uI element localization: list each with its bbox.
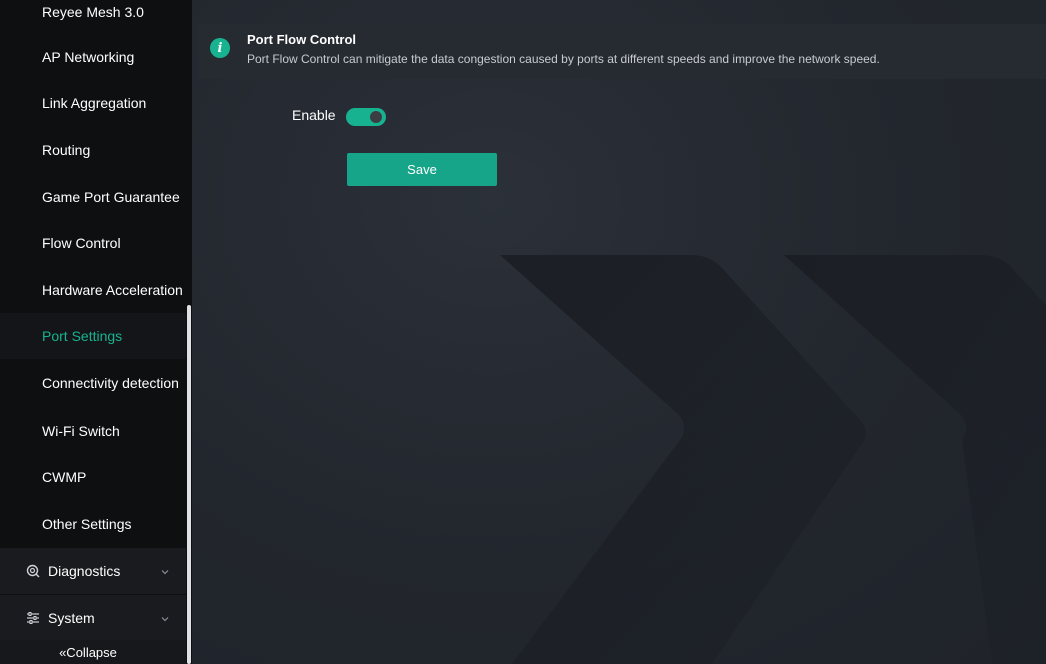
sidebar-item-label: Connectivity detection (42, 375, 179, 391)
enable-toggle[interactable] (346, 108, 386, 126)
sidebar-item-label: Port Settings (42, 328, 123, 344)
sidebar-item-label: Hardware Acceleration (42, 282, 183, 298)
sidebar-group-label: Diagnostics (48, 563, 121, 579)
sidebar-item-game-port-guarantee[interactable]: Game Port Guarantee (0, 174, 186, 220)
enable-label: Enable (292, 107, 336, 123)
main-content: i Port Flow Control Port Flow Control ca… (192, 0, 1046, 664)
sidebar-item-connectivity-detection[interactable]: Connectivity detection (0, 360, 186, 406)
sidebar-item-label: Reyee Mesh 3.0 (42, 4, 144, 20)
info-banner: i Port Flow Control Port Flow Control ca… (198, 24, 1046, 79)
sidebar-item-link-aggregation[interactable]: Link Aggregation (0, 80, 186, 126)
background-chevrons (500, 255, 1046, 664)
sidebar-item-reyee-mesh[interactable]: Reyee Mesh 3.0 (0, 0, 186, 35)
system-icon (26, 611, 40, 625)
sidebar-group-system[interactable]: System (0, 595, 186, 641)
sidebar-item-wifi-switch[interactable]: Wi-Fi Switch (0, 408, 186, 454)
sidebar-item-label: AP Networking (42, 49, 135, 65)
sidebar-item-other-settings[interactable]: Other Settings (0, 501, 186, 547)
info-title: Port Flow Control (247, 32, 357, 47)
info-description: Port Flow Control can mitigate the data … (247, 52, 880, 66)
sidebar-item-cwmp[interactable]: CWMP (0, 454, 186, 500)
sidebar-item-label: Routing (42, 142, 91, 158)
sidebar-item-label: Wi-Fi Switch (42, 423, 120, 439)
sidebar-item-flow-control[interactable]: Flow Control (0, 220, 186, 266)
sidebar-item-ap-networking[interactable]: AP Networking (0, 34, 186, 80)
app-window: Reyee Mesh 3.0 AP Networking Link Aggreg… (0, 0, 1046, 664)
sidebar-item-routing[interactable]: Routing (0, 127, 186, 173)
chevron-down-icon (160, 611, 170, 622)
info-icon: i (210, 38, 230, 58)
sidebar-item-label: Link Aggregation (42, 95, 147, 111)
sidebar-item-label: Flow Control (42, 235, 121, 251)
toggle-knob (370, 111, 382, 123)
sidebar-group-label: System (48, 610, 95, 626)
diagnostics-icon (26, 564, 40, 578)
sidebar-item-hardware-acceleration[interactable]: Hardware Acceleration (0, 267, 186, 313)
sidebar-group-diagnostics[interactable]: Diagnostics (0, 548, 186, 594)
sidebar: Reyee Mesh 3.0 AP Networking Link Aggreg… (0, 0, 188, 664)
sidebar-scrollbar[interactable] (187, 305, 191, 664)
sidebar-item-label: Game Port Guarantee (42, 189, 180, 205)
chevron-down-icon (160, 564, 170, 575)
save-button[interactable]: Save (347, 153, 497, 186)
collapse-button[interactable]: «Collapse (0, 640, 186, 664)
sidebar-item-label: CWMP (42, 469, 87, 485)
collapse-label: «Collapse (59, 644, 117, 660)
sidebar-item-label: Other Settings (42, 516, 132, 532)
sidebar-item-port-settings[interactable]: Port Settings (0, 313, 186, 359)
